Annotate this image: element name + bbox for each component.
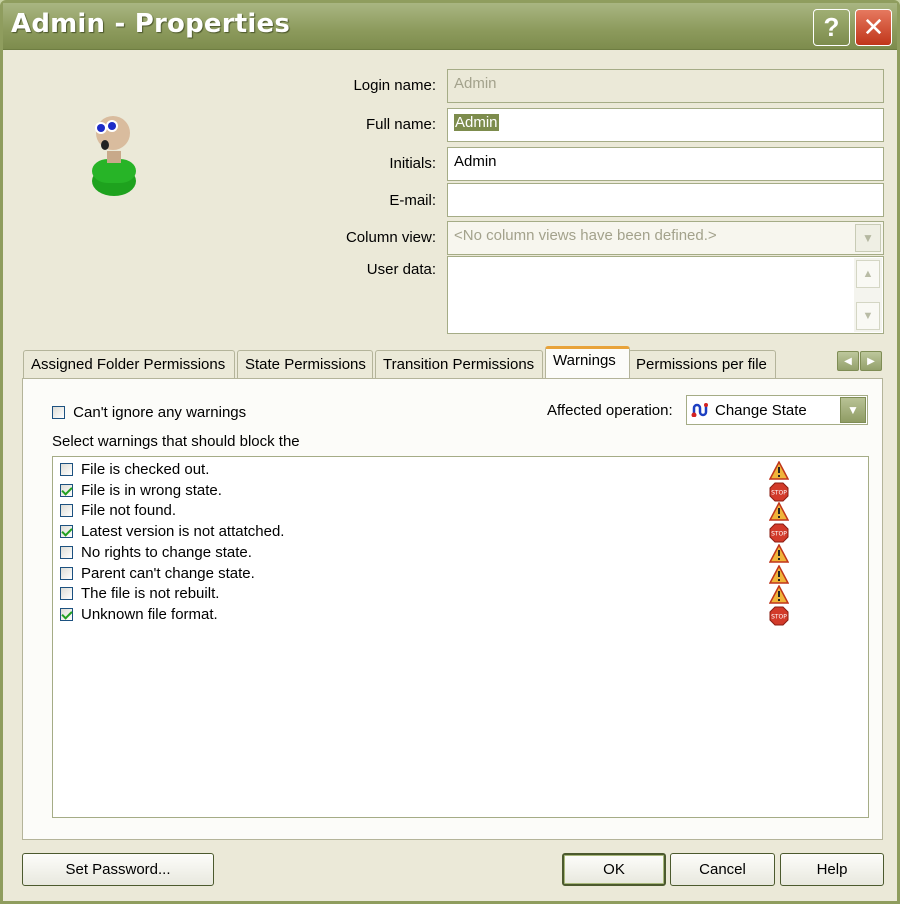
full-name-value: Admin	[454, 114, 499, 131]
window-title: Admin - Properties	[11, 9, 290, 39]
tab-permissions-per-file[interactable]: Permissions per file	[628, 350, 776, 378]
stop-sign-icon: STOP	[769, 606, 789, 626]
list-item[interactable]: File not found.	[59, 501, 859, 522]
cancel-button[interactable]: Cancel	[670, 853, 775, 886]
scroll-up-icon[interactable]: ▲	[856, 260, 880, 288]
initials-label: Initials:	[389, 155, 436, 172]
tab-state-permissions[interactable]: State Permissions	[237, 350, 373, 378]
svg-text:STOP: STOP	[771, 531, 787, 538]
user-data-scrollbar[interactable]: ▲ ▼	[854, 258, 882, 332]
chevron-down-icon[interactable]: ▼	[840, 397, 866, 423]
full-name-field[interactable]: Admin	[447, 108, 884, 142]
user-data-label: User data:	[366, 261, 436, 278]
affected-operation-select[interactable]: Change State ▼	[686, 395, 868, 425]
column-view-label: Column view:	[345, 229, 436, 246]
email-label: E-mail:	[389, 192, 436, 209]
select-warnings-label: Select warnings that should block the	[52, 433, 300, 450]
stop-sign-icon: STOP	[769, 523, 789, 543]
warning-label: Latest version is not attatched.	[81, 523, 285, 541]
column-view-select[interactable]: <No column views have been defined.> ▼	[447, 221, 884, 255]
warning-checkbox[interactable]	[60, 504, 73, 518]
warning-label: File is in wrong state.	[81, 481, 222, 499]
cant-ignore-label: Can't ignore any warnings	[73, 403, 247, 421]
scroll-down-icon[interactable]: ▼	[856, 302, 880, 330]
initials-field[interactable]: Admin	[447, 147, 884, 181]
warning-checkbox[interactable]	[60, 525, 73, 539]
login-name-field: Admin	[447, 69, 884, 103]
tab-warnings[interactable]: Warnings	[545, 346, 630, 378]
warning-triangle-icon	[769, 585, 789, 604]
tab-transition-permissions[interactable]: Transition Permissions	[375, 350, 543, 378]
cant-ignore-checkbox[interactable]	[52, 405, 65, 419]
warning-triangle-icon	[769, 461, 789, 480]
help-icon[interactable]: ?	[813, 9, 850, 46]
properties-dialog: Admin - Properties ? ✕ Login name: Admin…	[0, 0, 900, 904]
warning-checkbox[interactable]	[60, 463, 73, 476]
list-item[interactable]: File is checked out.	[59, 460, 859, 480]
warning-checkbox[interactable]	[60, 483, 73, 497]
affected-operation-value: Change State	[715, 402, 807, 419]
list-item[interactable]: Unknown file format. STOP	[59, 605, 859, 626]
change-state-icon	[691, 403, 708, 417]
set-password-button[interactable]: Set Password...	[22, 853, 214, 886]
chevron-down-icon[interactable]: ▼	[855, 224, 881, 252]
list-item[interactable]: No rights to change state.	[59, 543, 859, 563]
tab-assigned-folder-permissions[interactable]: Assigned Folder Permissions	[23, 350, 235, 378]
cant-ignore-checkbox-row[interactable]: Can't ignore any warnings	[52, 403, 246, 421]
email-field[interactable]	[447, 183, 884, 217]
warning-checkbox[interactable]	[60, 607, 73, 621]
user-avatar-icon	[92, 116, 136, 196]
login-name-label: Login name:	[353, 77, 436, 94]
warning-label: No rights to change state.	[81, 543, 252, 561]
tab-scroll-right-icon[interactable]: ▶	[860, 351, 882, 371]
warning-triangle-icon	[769, 502, 789, 522]
full-name-label: Full name:	[365, 116, 436, 133]
title-bar[interactable]: Admin - Properties ? ✕	[3, 3, 897, 50]
warning-triangle-icon	[769, 543, 789, 563]
list-item[interactable]: The file is not rebuilt.	[59, 584, 859, 604]
close-icon[interactable]: ✕	[855, 9, 892, 46]
list-item[interactable]: Latest version is not attatched. STOP	[59, 522, 859, 543]
warning-label: Unknown file format.	[81, 605, 218, 623]
list-item[interactable]: File is in wrong state. STOP	[59, 481, 859, 502]
column-view-value: <No column views have been defined.>	[454, 227, 717, 244]
affected-operation-label: Affected operation:	[547, 402, 673, 419]
warning-checkbox[interactable]	[60, 587, 73, 601]
warning-label: The file is not rebuilt.	[81, 585, 220, 603]
stop-sign-icon: STOP	[769, 482, 789, 502]
warnings-list: File is checked out. File is in wrong sta…	[52, 456, 869, 818]
warning-label: Parent can't change state.	[81, 564, 255, 582]
warning-checkbox[interactable]	[60, 545, 73, 559]
svg-text:STOP: STOP	[771, 489, 787, 496]
user-data-textarea[interactable]: ▲ ▼	[447, 256, 884, 334]
list-item[interactable]: Parent can't change state.	[59, 564, 859, 584]
warning-triangle-icon	[769, 564, 789, 584]
warning-label: File is checked out.	[81, 461, 210, 478]
initials-value: Admin	[454, 153, 497, 170]
svg-text:STOP: STOP	[771, 613, 787, 620]
warning-checkbox[interactable]	[60, 566, 73, 580]
login-name-value: Admin	[454, 75, 497, 92]
warning-label: File not found.	[81, 502, 177, 520]
tab-scroll-left-icon[interactable]: ◀	[837, 351, 859, 371]
ok-button[interactable]: OK	[562, 853, 666, 886]
help-button[interactable]: Help	[780, 853, 884, 886]
